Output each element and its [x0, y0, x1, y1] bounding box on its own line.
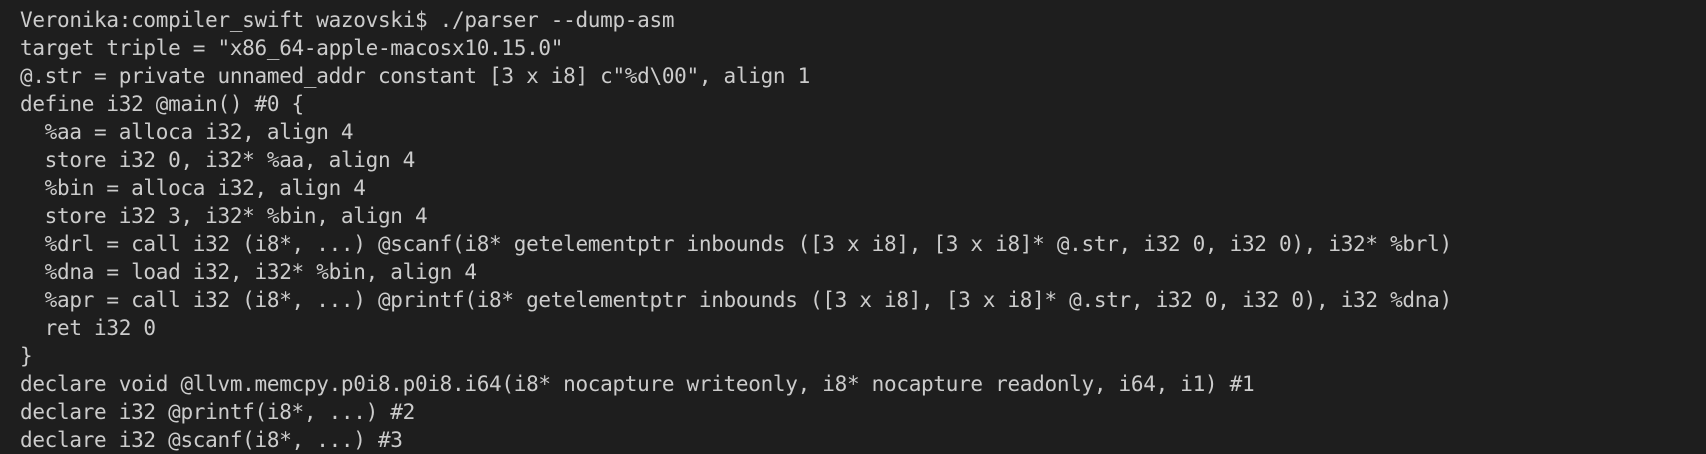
prompt-command-line: Veronika:compiler_swift wazovski$ ./pars…	[20, 8, 675, 32]
output-line: store i32 3, i32* %bin, align 4	[20, 204, 428, 228]
output-line: define i32 @main() #0 {	[20, 92, 304, 116]
output-line: }	[20, 344, 33, 368]
output-line: declare i32 @scanf(i8*, ...) #3	[20, 428, 403, 452]
output-line: store i32 0, i32* %aa, align 4	[20, 148, 416, 172]
output-line: %dna = load i32, i32* %bin, align 4	[20, 260, 477, 284]
output-line: declare void @llvm.memcpy.p0i8.p0i8.i64(…	[20, 372, 1255, 396]
output-line: %apr = call i32 (i8*, ...) @printf(i8* g…	[20, 288, 1452, 312]
output-line: %bin = alloca i32, align 4	[20, 176, 366, 200]
output-line: %drl = call i32 (i8*, ...) @scanf(i8* ge…	[20, 232, 1452, 256]
terminal-output[interactable]: Veronika:compiler_swift wazovski$ ./pars…	[0, 0, 1706, 452]
output-line: target triple = "x86_64-apple-macosx10.1…	[20, 36, 564, 60]
output-line: @.str = private unnamed_addr constant [3…	[20, 64, 810, 88]
output-line: %aa = alloca i32, align 4	[20, 120, 354, 144]
output-line: ret i32 0	[20, 316, 156, 340]
output-line: declare i32 @printf(i8*, ...) #2	[20, 400, 415, 424]
